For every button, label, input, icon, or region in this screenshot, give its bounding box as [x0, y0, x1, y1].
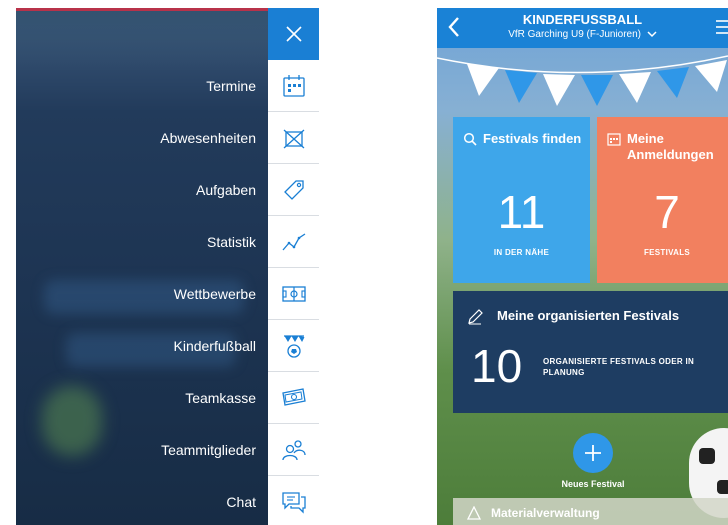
team-selector-label: VfR Garching U9 (F-Junioren)	[508, 29, 642, 40]
search-icon	[463, 132, 477, 146]
menu-item-wettbewerbe[interactable]: Wettbewerbe	[174, 268, 256, 320]
calendar-icon	[607, 133, 621, 146]
tile-caption: IN DER NÄHE	[493, 248, 550, 257]
menu-icon-teammitglieder[interactable]	[268, 424, 319, 476]
organized-festivals-panel[interactable]: Meine organisierten Festivals 10 ORGANIS…	[453, 291, 728, 413]
menu-labels: Termine Abwesenheiten Aufgaben Statistik…	[16, 8, 268, 525]
page-title: KINDERFUSSBALL	[522, 12, 643, 27]
material-icon	[467, 506, 481, 520]
menu-icon-chat[interactable]	[268, 476, 319, 525]
absence-icon	[283, 129, 304, 148]
menu-item-statistik[interactable]: Statistik	[207, 216, 256, 268]
calendar-icon	[282, 74, 305, 97]
tile-caption: FESTIVALS	[643, 248, 691, 257]
menu-item-teammitglieder[interactable]: Teammitglieder	[161, 424, 256, 476]
menu-item-abwesenheiten[interactable]: Abwesenheiten	[160, 112, 256, 164]
pitch-icon	[281, 285, 306, 302]
new-festival-label: Neues Festival	[561, 479, 625, 489]
tile-count: 7	[654, 186, 680, 238]
menu-item-termine[interactable]: Termine	[206, 60, 256, 112]
team-members-icon	[281, 439, 306, 460]
side-menu-screen: Termine Abwesenheiten Aufgaben Statistik…	[16, 8, 319, 525]
pencil-icon	[468, 309, 483, 325]
tag-icon	[283, 179, 304, 200]
menu-icon-aufgaben[interactable]	[268, 164, 319, 216]
menu-item-chat[interactable]: Chat	[226, 476, 256, 525]
chat-icon	[281, 492, 306, 514]
menu-item-teamkasse[interactable]: Teamkasse	[185, 372, 256, 424]
plus-icon	[585, 445, 601, 461]
menu-item-kinderfussball[interactable]: Kinderfußball	[174, 320, 257, 372]
menu-icon-teamkasse[interactable]	[268, 372, 319, 424]
menu-icon-kinderfussball[interactable]	[268, 320, 319, 372]
menu-icon-abwesenheiten[interactable]	[268, 112, 319, 164]
meine-anmeldungen-tile[interactable]: Meine Anmeldungen 7 FESTIVALS	[597, 117, 728, 283]
header-bar: KINDERFUSSBALL VfR Garching U9 (F-Junior…	[437, 8, 728, 48]
chevron-down-icon	[647, 31, 657, 37]
menu-icon-wettbewerbe[interactable]	[268, 268, 319, 320]
organized-count: 10	[471, 340, 523, 392]
close-icon	[285, 26, 302, 42]
tile-heading: Meine Anmeldungen	[627, 131, 714, 162]
kinderfussball-screen: KINDERFUSSBALL VfR Garching U9 (F-Junior…	[437, 8, 728, 525]
menu-icon-statistik[interactable]	[268, 216, 319, 268]
materialverwaltung-label: Materialverwaltung	[491, 506, 600, 520]
materialverwaltung-panel[interactable]: Materialverwaltung	[453, 498, 728, 525]
money-icon	[281, 387, 306, 406]
menu-icon-termine[interactable]	[268, 60, 319, 112]
organized-caption: ORGANISIERTE FESTIVALS ODER IN PLANUNG	[543, 357, 695, 377]
new-festival-button[interactable]	[573, 433, 613, 473]
tile-count: 11	[497, 186, 546, 238]
bunting-decoration	[437, 55, 728, 106]
close-button[interactable]	[268, 8, 319, 60]
tile-heading: Festivals finden	[483, 131, 582, 146]
festivals-finden-tile[interactable]: Festivals finden 11 IN DER NÄHE	[453, 117, 590, 283]
menu-icon-strip	[268, 8, 319, 525]
ball-bunting-icon	[283, 334, 304, 358]
team-selector[interactable]: VfR Garching U9 (F-Junioren)	[437, 29, 728, 40]
organized-title: Meine organisierten Festivals	[497, 308, 680, 323]
hamburger-icon[interactable]	[716, 18, 728, 38]
menu-item-aufgaben[interactable]: Aufgaben	[196, 164, 256, 216]
chart-line-icon	[282, 232, 305, 250]
